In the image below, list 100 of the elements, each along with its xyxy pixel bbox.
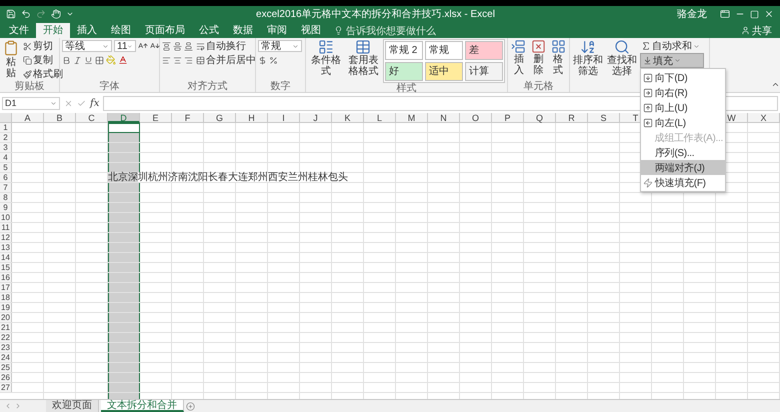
percent-icon[interactable]: [269, 56, 278, 64]
cells-button[interactable]: 格式: [549, 39, 568, 76]
dropdown-icon[interactable]: [102, 42, 109, 50]
paste-button[interactable]: 粘贴: [2, 39, 20, 79]
cell-style-option[interactable]: 计算: [465, 62, 503, 81]
column-header[interactable]: S: [588, 113, 620, 123]
clipboard-button[interactable]: 剪切: [22, 39, 64, 53]
sigma-icon[interactable]: [641, 41, 651, 51]
dropdown-icon[interactable]: [674, 57, 681, 64]
ribbon-tab[interactable]: 开始: [36, 23, 70, 38]
column-header[interactable]: D: [108, 113, 140, 123]
border-icon[interactable]: [95, 56, 104, 64]
add-sheet-icon[interactable]: [186, 402, 195, 410]
fill-color-icon[interactable]: [106, 55, 116, 65]
row-header[interactable]: 6: [0, 173, 12, 182]
column-header[interactable]: P: [492, 113, 524, 123]
merge-cells-icon[interactable]: [196, 56, 205, 64]
editing-button[interactable]: 排序和筛选: [572, 39, 604, 77]
row-header[interactable]: 4: [0, 153, 12, 162]
align-left-icon[interactable]: [162, 56, 171, 64]
font-color-icon[interactable]: [118, 55, 128, 65]
menu-item[interactable]: 向右(R): [641, 85, 725, 100]
wrap-text-button[interactable]: 自动换行: [195, 39, 247, 53]
clipboard-button[interactable]: 格式刷: [22, 67, 64, 81]
row-header[interactable]: 23: [0, 343, 12, 352]
column-header[interactable]: O: [460, 113, 492, 123]
align-top-icon[interactable]: [162, 42, 171, 50]
underline-icon[interactable]: [84, 56, 93, 64]
row-header[interactable]: 14: [0, 253, 12, 262]
column-header[interactable]: R: [556, 113, 588, 123]
wrap-text-icon[interactable]: [196, 42, 205, 50]
collapse-ribbon-icon[interactable]: [771, 80, 780, 89]
dropdown-icon[interactable]: [693, 42, 700, 50]
align-right-icon[interactable]: [184, 56, 193, 64]
sheet-tab[interactable]: 文本拆分和合并: [101, 400, 184, 412]
row-header[interactable]: 15: [0, 263, 12, 272]
editing-button[interactable]: 查找和选择: [606, 39, 638, 77]
column-header[interactable]: H: [236, 113, 268, 123]
maximize-icon[interactable]: [750, 10, 759, 18]
bold-icon[interactable]: [62, 56, 71, 64]
cells-button[interactable]: 删除: [530, 39, 548, 76]
font-size-field[interactable]: 11: [114, 40, 136, 52]
dropdown-icon[interactable]: [292, 42, 299, 50]
column-header[interactable]: L: [364, 113, 396, 123]
cell-style-option[interactable]: 适中: [425, 62, 463, 81]
menu-item[interactable]: 序列(S)...: [641, 145, 725, 160]
tell-me-field[interactable]: 告诉我你想要做什么: [328, 23, 442, 38]
align-center-icon[interactable]: [173, 56, 182, 64]
row-header[interactable]: 5: [0, 163, 12, 172]
row-header[interactable]: 12: [0, 233, 12, 242]
grow-font-icon[interactable]: [138, 41, 148, 51]
row-header[interactable]: 8: [0, 193, 12, 202]
name-box[interactable]: D1: [2, 96, 60, 110]
column-header[interactable]: B: [44, 113, 76, 123]
menu-item[interactable]: 向下(D): [641, 70, 725, 85]
row-header[interactable]: 25: [0, 363, 12, 372]
arrow-down-icon[interactable]: [643, 56, 652, 65]
column-header[interactable]: N: [428, 113, 460, 123]
align-middle-icon[interactable]: [173, 42, 182, 50]
share-button[interactable]: 共享: [735, 23, 778, 38]
undo-icon[interactable]: [21, 9, 31, 19]
column-header[interactable]: K: [332, 113, 364, 123]
customize-icon[interactable]: [66, 10, 74, 18]
row-header[interactable]: 11: [0, 223, 12, 232]
row-header[interactable]: 17: [0, 283, 12, 292]
ribbon-tab[interactable]: 绘图: [104, 23, 138, 38]
row-header[interactable]: 18: [0, 293, 12, 302]
ribbon-tab[interactable]: 公式: [192, 23, 226, 38]
column-header[interactable]: G: [204, 113, 236, 123]
row-header[interactable]: 19: [0, 303, 12, 312]
dropdown-icon[interactable]: [50, 100, 57, 106]
row-header[interactable]: 20: [0, 313, 12, 322]
cell-style-option[interactable]: 常规 2: [385, 41, 423, 60]
row-header[interactable]: 9: [0, 203, 12, 212]
ribbon-tab[interactable]: 插入: [70, 23, 104, 38]
row-header[interactable]: 3: [0, 143, 12, 152]
row-header[interactable]: 26: [0, 373, 12, 382]
column-header[interactable]: X: [748, 113, 780, 123]
column-header[interactable]: Q: [524, 113, 556, 123]
ribbon-tab[interactable]: 文件: [2, 23, 36, 38]
italic-icon[interactable]: [73, 56, 82, 64]
merge-center-button[interactable]: 合并后居中: [195, 53, 257, 67]
person-icon[interactable]: [741, 26, 750, 35]
style-button[interactable]: 条件格式: [308, 39, 344, 77]
ribbon-tab[interactable]: 审阅: [260, 23, 294, 38]
scissors-icon[interactable]: [23, 42, 32, 50]
column-header[interactable]: F: [172, 113, 204, 123]
column-header[interactable]: E: [140, 113, 172, 123]
cells-button[interactable]: 插入: [510, 39, 528, 76]
ribbon-tab[interactable]: 数据: [226, 23, 260, 38]
number-format-field[interactable]: 常规: [258, 40, 302, 52]
clipboard-button[interactable]: 复制: [22, 53, 64, 67]
row-header[interactable]: 10: [0, 213, 12, 222]
row-header[interactable]: 27: [0, 383, 12, 392]
column-header[interactable]: M: [396, 113, 428, 123]
save-icon[interactable]: [6, 9, 16, 19]
ribbon-tab[interactable]: 页面布局: [138, 23, 192, 38]
fill-button[interactable]: 填充: [640, 53, 704, 68]
cell-style-option[interactable]: 好: [385, 62, 423, 81]
column-header[interactable]: J: [300, 113, 332, 123]
